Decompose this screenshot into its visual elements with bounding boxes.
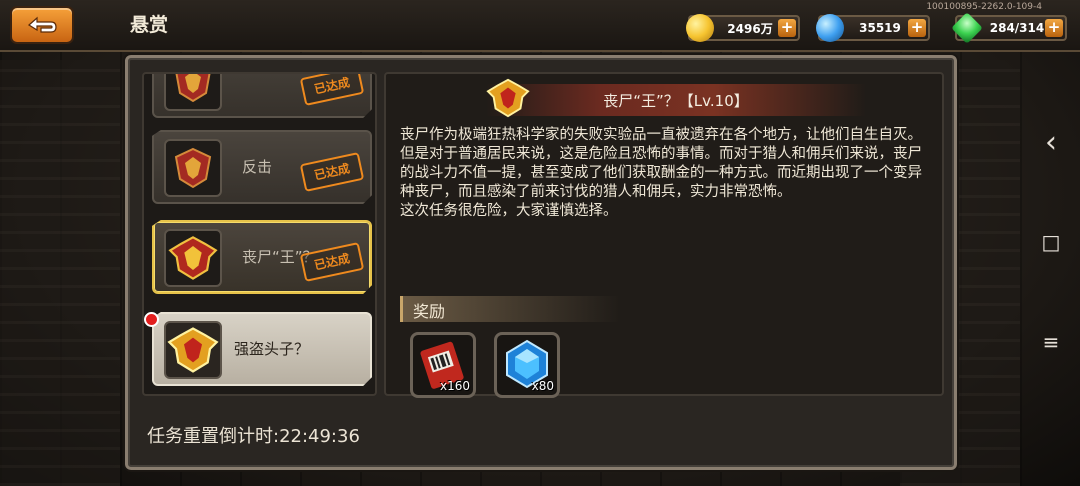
page-title: 悬赏 <box>130 14 169 36</box>
gold-value: 2496万 <box>727 21 773 36</box>
reward-header: 奖励 <box>400 296 620 322</box>
background-wall-left <box>0 60 120 486</box>
quest-detail: 丧尸“王”？【Lv.10】 丧尸作为极端狂热科学家的失败实验品一直被遗弃在各个地… <box>384 72 944 398</box>
system-home-button[interactable]: □ <box>1022 222 1080 262</box>
quest-item-zombie-king[interactable]: 丧尸“王”？ 已达成 <box>152 220 372 294</box>
gold-counter: 2496万 + <box>686 14 800 42</box>
add-diamond-button[interactable]: + <box>908 19 926 37</box>
reward-quantity: x80 <box>531 379 554 393</box>
diamond-counter: 35519 + <box>816 14 930 42</box>
quest-emblem-icon <box>164 74 222 111</box>
menu-lines-icon: ≡ <box>1042 330 1060 354</box>
reward-item-blue-gem[interactable]: x80 <box>494 332 560 398</box>
quest-item-label: 强盗头子？ <box>234 340 310 358</box>
system-navigation-bar: ‹ □ ≡ <box>1022 0 1080 486</box>
quest-item-bandit-leader[interactable]: 强盗头子？ <box>152 312 372 386</box>
add-gold-button[interactable]: + <box>778 19 796 37</box>
reward-label: 奖励 <box>413 302 446 321</box>
reward-quantity: x160 <box>439 379 470 393</box>
quest-item[interactable]: 已达成 <box>152 74 372 118</box>
diamond-value: 35519 <box>859 21 901 35</box>
home-square-icon: □ <box>1041 230 1061 254</box>
diamond-icon <box>816 14 844 42</box>
reset-countdown: 任务重置倒计时:22:49:36 <box>147 426 360 447</box>
quest-list[interactable]: 已达成 反击 已达成 丧尸“王”？ 已达成 强盗头子？ <box>142 72 377 396</box>
quest-item-counterattack[interactable]: 反击 已达成 <box>152 130 372 204</box>
bounty-panel: 已达成 反击 已达成 丧尸“王”？ 已达成 强盗头子？ 丧尸“王”？【Lv.10… <box>125 55 957 470</box>
quest-item-label: 反击 <box>242 158 273 176</box>
quest-emblem-icon <box>486 78 530 118</box>
quest-emblem-icon <box>164 321 222 379</box>
completed-stamp: 已达成 <box>299 74 365 106</box>
back-chevron-icon: ‹ <box>1045 124 1057 160</box>
quest-emblem-icon <box>164 139 222 197</box>
system-back-button[interactable]: ‹ <box>1022 122 1080 162</box>
gold-coin-icon <box>686 14 714 42</box>
quest-description: 丧尸作为极端狂热科学家的失败实验品一直被遗弃在各个地方，让他们自生自灭。但是对于… <box>400 127 922 219</box>
quest-title: 丧尸“王”？【Lv.10】 <box>603 91 749 110</box>
return-arrow-icon <box>27 16 57 33</box>
completed-stamp: 已达成 <box>299 152 365 192</box>
quest-title-banner: 丧尸“王”？【Lv.10】 <box>486 84 866 116</box>
energy-crystal-icon <box>951 12 983 44</box>
system-menu-button[interactable]: ≡ <box>1022 322 1080 362</box>
reward-item-ticket[interactable]: x160 <box>410 332 476 398</box>
quest-emblem-icon <box>164 229 222 287</box>
back-button[interactable] <box>10 6 74 44</box>
top-bar: 悬赏 2496万 + 35519 + 284/314 + 100100895-2… <box>0 0 1080 52</box>
notification-dot <box>144 312 159 327</box>
